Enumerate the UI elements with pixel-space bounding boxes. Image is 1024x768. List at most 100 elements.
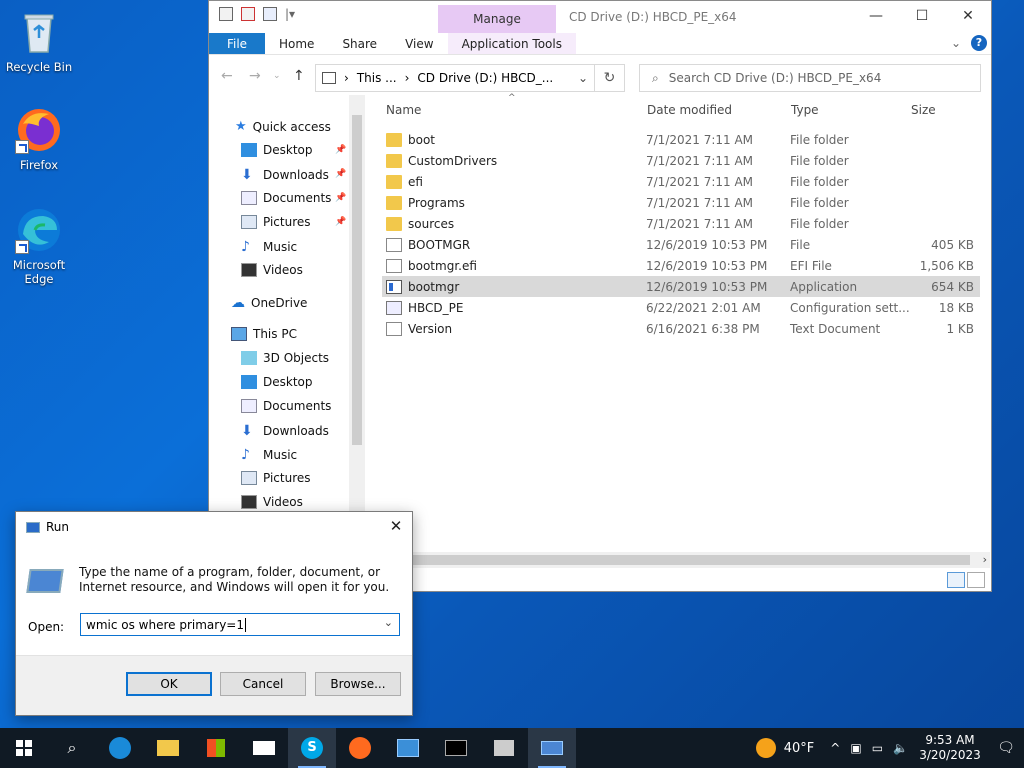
desktop-icon-recycle-bin[interactable]: Recycle Bin (3, 8, 75, 74)
drive-icon[interactable] (219, 7, 233, 21)
nav-qa-downloads[interactable]: ⬇ Downloads (241, 167, 329, 183)
nav-pc-pictures[interactable]: Pictures (241, 471, 311, 485)
close-icon[interactable]: ✕ (380, 512, 412, 540)
nav-qa-music[interactable]: ♪ Music (241, 239, 297, 255)
properties-icon[interactable] (241, 7, 255, 21)
scrollbar-thumb[interactable] (390, 555, 970, 565)
file-row[interactable]: sources 7/1/2021 7:11 AM File folder (382, 213, 980, 234)
forward-icon[interactable]: → (249, 68, 261, 84)
chevron-down-icon[interactable]: ⌄ (384, 616, 393, 629)
nav-pc-music[interactable]: ♪ Music (241, 447, 297, 463)
nav-qa-videos[interactable]: Videos (241, 263, 303, 277)
file-type: Application (790, 279, 858, 294)
recent-locations-icon[interactable]: ⌄ (273, 71, 281, 81)
open-combobox[interactable]: wmic os where primary=1 ⌄ (80, 613, 400, 636)
nav-pc-desktop[interactable]: Desktop (241, 375, 313, 389)
column-header-type[interactable]: Type (791, 103, 819, 117)
taskbar-skype[interactable]: S (288, 728, 336, 768)
nav-pc-3d-objects[interactable]: 3D Objects (241, 351, 329, 365)
customize-qat-icon[interactable]: |▾ (285, 7, 295, 21)
ok-button[interactable]: OK (126, 672, 212, 696)
notifications-icon[interactable]: 🗨 (988, 740, 1024, 756)
weather-sun-icon[interactable] (755, 738, 776, 758)
column-header-size[interactable]: Size (911, 103, 936, 117)
desktop-icon-firefox[interactable]: Firefox (3, 106, 75, 172)
nav-pc-downloads[interactable]: ⬇ Downloads (241, 423, 329, 439)
taskbar-edge[interactable] (96, 728, 144, 768)
taskbar-command-prompt[interactable] (432, 728, 480, 768)
volume-muted-icon[interactable]: 🔈 (893, 741, 908, 755)
clock[interactable]: 9:53 AM 3/20/2023 (912, 733, 988, 763)
file-row[interactable]: boot 7/1/2021 7:11 AM File folder (382, 129, 980, 150)
file-row[interactable]: Version 6/16/2021 6:38 PM Text Document 1 K… (382, 318, 980, 339)
tab-application-tools[interactable]: Application Tools (447, 33, 576, 54)
tab-file[interactable]: File (209, 33, 265, 54)
nav-qa-pictures[interactable]: Pictures (241, 215, 311, 229)
nav-label: Quick access (252, 119, 331, 134)
taskbar-file-explorer[interactable] (144, 728, 192, 768)
browse-button[interactable]: Browse... (315, 672, 401, 696)
desktop-icon-label: Firefox (19, 158, 59, 172)
weather-temp[interactable]: 40°F (784, 741, 815, 756)
open-input-value[interactable]: wmic os where primary=1 (86, 618, 244, 632)
file-row[interactable]: bootmgr 12/6/2019 10:53 PM Application 654 … (382, 276, 980, 297)
nav-pc-videos[interactable]: Videos (241, 495, 303, 509)
cancel-button[interactable]: Cancel (220, 672, 306, 696)
device-icon[interactable]: ▣ (850, 741, 861, 755)
file-date: 7/1/2021 7:11 AM (646, 216, 754, 231)
file-row[interactable]: HBCD_PE 6/22/2021 2:01 AM Configuration se… (382, 297, 980, 318)
desktop-icon-edge[interactable]: Microsoft Edge (3, 206, 75, 286)
taskbar-network-tool[interactable] (480, 728, 528, 768)
scrollbar-thumb[interactable] (352, 115, 362, 445)
file-row[interactable]: efi 7/1/2021 7:11 AM File folder (382, 171, 980, 192)
back-icon[interactable]: ← (221, 68, 233, 84)
search-button[interactable]: ⌕ (48, 728, 96, 768)
taskbar-control-panel[interactable] (384, 728, 432, 768)
file-type: Configuration sett... (790, 300, 910, 315)
column-header-date[interactable]: Date modified (647, 103, 732, 117)
show-hidden-icons-icon[interactable]: ^ (830, 741, 840, 755)
breadcrumb-cd-drive[interactable]: CD Drive (D:) HBCD_... (417, 71, 553, 85)
nav-pc-documents[interactable]: Documents (241, 399, 331, 413)
help-icon[interactable]: ? (971, 35, 987, 51)
close-button[interactable]: ✕ (945, 1, 991, 31)
taskbar-firefox[interactable] (336, 728, 384, 768)
nav-qa-documents[interactable]: Documents (241, 191, 331, 205)
nav-pane-scrollbar[interactable] (349, 95, 365, 557)
run-description: Type the name of a program, folder, docu… (79, 565, 390, 594)
start-button[interactable] (0, 728, 48, 768)
tab-share[interactable]: Share (328, 33, 391, 54)
scroll-right-icon[interactable]: › (983, 553, 987, 566)
refresh-button[interactable]: ↻ (595, 64, 625, 92)
tab-view[interactable]: View (391, 33, 447, 54)
column-header-name[interactable]: Name (386, 103, 421, 117)
search-box[interactable]: ⌕ Search CD Drive (D:) HBCD_PE_x64 (639, 64, 981, 92)
taskbar-store[interactable] (192, 728, 240, 768)
maximize-button[interactable]: ☐ (899, 1, 945, 31)
expand-ribbon-icon[interactable]: ⌄ (951, 36, 961, 50)
tab-home[interactable]: Home (265, 33, 328, 54)
network-status-icon[interactable]: ▭ (872, 741, 883, 755)
nav-qa-desktop[interactable]: Desktop (241, 143, 313, 157)
address-bar[interactable]: › This ... › CD Drive (D:) HBCD_... ⌄ (315, 64, 595, 92)
file-row[interactable]: Programs 7/1/2021 7:11 AM File folder (382, 192, 980, 213)
taskbar-mail[interactable] (240, 728, 288, 768)
store-icon (207, 739, 225, 757)
nav-quick-access[interactable]: ★ Quick access (235, 119, 331, 134)
file-row[interactable]: BOOTMGR 12/6/2019 10:53 PM File 405 KB (382, 234, 980, 255)
run-icon (541, 741, 563, 755)
taskbar-run[interactable] (528, 728, 576, 768)
up-icon[interactable]: ↑ (293, 68, 305, 84)
file-row[interactable]: CustomDrivers 7/1/2021 7:11 AM File folder (382, 150, 980, 171)
breadcrumb-this-pc[interactable]: This ... (357, 71, 397, 85)
new-folder-icon[interactable] (263, 7, 277, 21)
file-type: Text Document (790, 321, 881, 336)
minimize-button[interactable]: — (853, 1, 899, 31)
nav-onedrive[interactable]: ☁ OneDrive (231, 295, 307, 311)
nav-this-pc[interactable]: This PC (231, 327, 297, 341)
details-view-icon[interactable] (947, 572, 965, 588)
tab-manage[interactable]: Manage (438, 5, 556, 33)
address-dropdown-icon[interactable]: ⌄ (578, 71, 588, 85)
file-row[interactable]: bootmgr.efi 12/6/2019 10:53 PM EFI File 1,5… (382, 255, 980, 276)
large-icons-view-icon[interactable] (967, 572, 985, 588)
